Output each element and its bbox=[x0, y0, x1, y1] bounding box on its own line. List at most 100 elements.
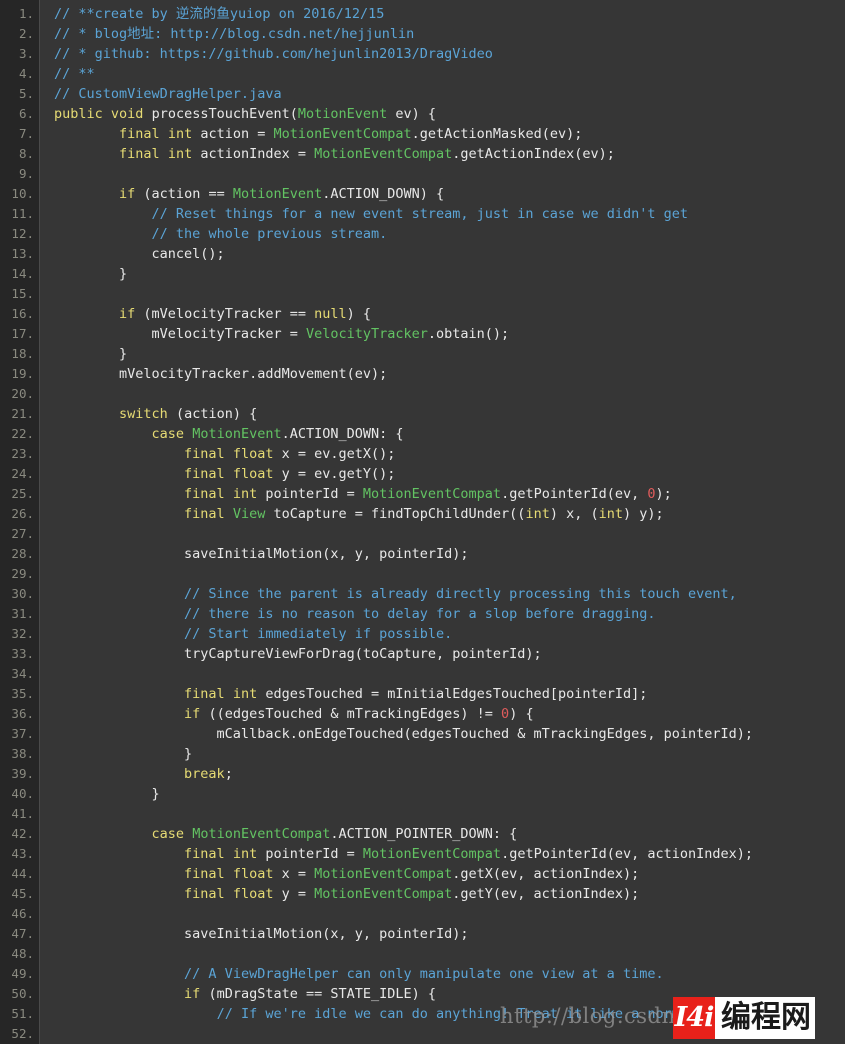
code-line[interactable] bbox=[54, 804, 845, 824]
code-line[interactable]: // * github: https://github.com/hejunlin… bbox=[54, 44, 845, 64]
code-token-pln: } bbox=[54, 266, 128, 282]
code-line[interactable]: saveInitialMotion(x, y, pointerId); bbox=[54, 544, 845, 564]
code-token-pln bbox=[54, 586, 184, 602]
code-token-kw: case bbox=[151, 426, 185, 442]
line-number: 18. bbox=[11, 346, 34, 361]
code-line[interactable]: public void processTouchEvent(MotionEven… bbox=[54, 104, 845, 124]
code-line[interactable]: case MotionEvent.ACTION_DOWN: { bbox=[54, 424, 845, 444]
code-token-pln: mVelocityTracker = bbox=[54, 326, 306, 342]
code-token-pln bbox=[54, 766, 184, 782]
code-line[interactable]: // the whole previous stream. bbox=[54, 224, 845, 244]
line-number: 1. bbox=[18, 6, 34, 21]
code-token-pln: (action == bbox=[135, 186, 233, 202]
code-token-typ: MotionEventCompat bbox=[362, 486, 502, 502]
code-viewer: 1. 2. 3. 4. 5. 6. 7. 8. 9. 10. 11. 12. 13. 14. 15. 16. 1… bbox=[0, 0, 845, 1044]
code-line[interactable] bbox=[54, 944, 845, 964]
code-line[interactable]: } bbox=[54, 264, 845, 284]
line-number: 11. bbox=[11, 206, 34, 221]
code-line[interactable]: // there is no reason to delay for a slo… bbox=[54, 604, 845, 624]
code-line[interactable]: if (action == MotionEvent.ACTION_DOWN) { bbox=[54, 184, 845, 204]
code-line[interactable] bbox=[54, 904, 845, 924]
code-line[interactable]: final int pointerId = MotionEventCompat.… bbox=[54, 484, 845, 504]
code-token-cmt: // If we're idle we can do anything! Tre… bbox=[216, 1006, 737, 1022]
code-line[interactable]: // **create by 逆流的鱼yuiop on 2016/12/15 bbox=[54, 4, 845, 24]
code-token-pln bbox=[54, 626, 184, 642]
code-line[interactable]: if (mVelocityTracker == null) { bbox=[54, 304, 845, 324]
code-line[interactable]: mVelocityTracker = VelocityTracker.obtai… bbox=[54, 324, 845, 344]
code-line[interactable] bbox=[54, 384, 845, 404]
code-line[interactable]: case MotionEventCompat.ACTION_POINTER_DO… bbox=[54, 824, 845, 844]
code-token-kw: if bbox=[119, 186, 136, 202]
line-number-gutter: 1. 2. 3. 4. 5. 6. 7. 8. 9. 10. 11. 12. 13. 14. 15. 16. 1… bbox=[0, 0, 40, 1044]
code-token-pln bbox=[54, 966, 184, 982]
code-token-typ: MotionEventCompat bbox=[314, 886, 453, 902]
line-number: 48. bbox=[11, 946, 34, 961]
code-line[interactable]: cancel(); bbox=[54, 244, 845, 264]
code-line[interactable]: // A ViewDragHelper can only manipulate … bbox=[54, 964, 845, 984]
code-token-pln: saveInitialMotion(x, y, pointerId); bbox=[54, 546, 469, 562]
code-token-pln bbox=[54, 146, 119, 162]
code-line[interactable]: // Start immediately if possible. bbox=[54, 624, 845, 644]
code-line[interactable]: final float y = MotionEventCompat.getY(e… bbox=[54, 884, 845, 904]
line-number: 30. bbox=[11, 586, 34, 601]
code-line[interactable] bbox=[54, 284, 845, 304]
code-token-cmt: // there is no reason to delay for a slo… bbox=[184, 606, 656, 622]
line-number: 32. bbox=[11, 626, 34, 641]
code-line[interactable]: // Reset things for a new event stream, … bbox=[54, 204, 845, 224]
code-token-pln bbox=[225, 846, 233, 862]
code-token-pln bbox=[225, 486, 233, 502]
code-line[interactable]: saveInitialMotion(x, y, pointerId); bbox=[54, 924, 845, 944]
code-token-pln: toCapture = findTopChildUnder(( bbox=[265, 506, 526, 522]
code-token-pln: x = ev.getX(); bbox=[273, 446, 396, 462]
code-line[interactable]: // ** bbox=[54, 64, 845, 84]
code-token-pln: y = ev.getY(); bbox=[273, 466, 396, 482]
code-line[interactable] bbox=[54, 664, 845, 684]
code-line[interactable]: final float x = ev.getX(); bbox=[54, 444, 845, 464]
line-number: 19. bbox=[11, 366, 34, 381]
code-line[interactable]: final int actionIndex = MotionEventCompa… bbox=[54, 144, 845, 164]
code-token-pln bbox=[54, 206, 152, 222]
code-line[interactable]: switch (action) { bbox=[54, 404, 845, 424]
code-line[interactable]: final int pointerId = MotionEventCompat.… bbox=[54, 844, 845, 864]
code-line[interactable]: } bbox=[54, 344, 845, 364]
code-token-typ: MotionEvent bbox=[192, 426, 282, 442]
code-line[interactable]: tryCaptureViewForDrag(toCapture, pointer… bbox=[54, 644, 845, 664]
code-line[interactable]: // Since the parent is already directly … bbox=[54, 584, 845, 604]
code-content-area[interactable]: // **create by 逆流的鱼yuiop on 2016/12/15 //… bbox=[40, 0, 845, 1044]
code-line[interactable]: // CustomViewDragHelper.java bbox=[54, 84, 845, 104]
code-line[interactable] bbox=[54, 564, 845, 584]
code-token-pln: cancel(); bbox=[54, 246, 225, 262]
code-token-kw: final bbox=[184, 446, 225, 462]
code-line[interactable]: mCallback.onEdgeTouched(edgesTouched & m… bbox=[54, 724, 845, 744]
code-line[interactable] bbox=[54, 164, 845, 184]
code-token-kw: switch bbox=[119, 406, 168, 422]
code-token-pln bbox=[184, 426, 192, 442]
code-token-pln bbox=[54, 486, 184, 502]
code-line[interactable]: final int action = MotionEventCompat.get… bbox=[54, 124, 845, 144]
code-line[interactable] bbox=[54, 524, 845, 544]
code-token-pln: ) x, ( bbox=[549, 506, 599, 522]
code-line[interactable]: } bbox=[54, 744, 845, 764]
code-line[interactable]: } bbox=[54, 784, 845, 804]
site-logo-mark-icon: I4i bbox=[673, 997, 715, 1039]
line-number: 3. bbox=[18, 46, 34, 61]
code-line[interactable]: final float x = MotionEventCompat.getX(e… bbox=[54, 864, 845, 884]
code-line[interactable]: final int edgesTouched = mInitialEdgesTo… bbox=[54, 684, 845, 704]
code-token-kw: void bbox=[110, 106, 144, 122]
line-number: 28. bbox=[11, 546, 34, 561]
code-line[interactable]: final View toCapture = findTopChildUnder… bbox=[54, 504, 845, 524]
line-number: 35. bbox=[11, 686, 34, 701]
code-line[interactable]: if ((edgesTouched & mTrackingEdges) != 0… bbox=[54, 704, 845, 724]
code-line[interactable]: // * blog地址: http://blog.csdn.net/hejjun… bbox=[54, 24, 845, 44]
code-token-pln bbox=[54, 866, 184, 882]
code-token-cmt: // A ViewDragHelper can only manipulate … bbox=[184, 966, 664, 982]
code-token-kw: final bbox=[184, 886, 225, 902]
line-number: 31. bbox=[11, 606, 34, 621]
code-token-pln: actionIndex = bbox=[192, 146, 315, 162]
code-line[interactable]: break; bbox=[54, 764, 845, 784]
code-token-pln bbox=[160, 126, 168, 142]
code-line[interactable]: mVelocityTracker.addMovement(ev); bbox=[54, 364, 845, 384]
line-number: 26. bbox=[11, 506, 34, 521]
code-line[interactable]: final float y = ev.getY(); bbox=[54, 464, 845, 484]
code-token-kw: int bbox=[232, 686, 258, 702]
